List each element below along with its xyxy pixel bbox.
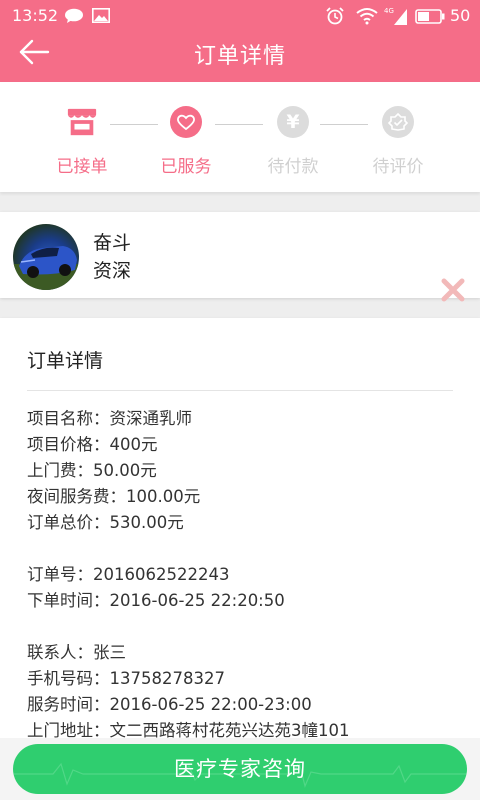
section-title: 订单详情	[27, 350, 104, 372]
step-label: 已接单	[56, 157, 108, 177]
message-icon	[65, 8, 83, 23]
consult-button-label: 医疗专家咨询	[174, 757, 306, 781]
status-time: 13:52	[12, 6, 59, 25]
wifi-icon	[356, 8, 378, 25]
step-served: 已服务	[146, 106, 226, 177]
detail-item-price: 项目价格：400元	[27, 435, 158, 454]
battery-icon	[415, 9, 445, 24]
detail-visit-fee: 上门费：50.00元	[27, 461, 157, 480]
review-badge-icon	[382, 106, 414, 138]
detail-night-fee: 夜间服务费：100.00元	[27, 487, 201, 506]
detail-contact: 联系人：张三	[27, 643, 126, 662]
step-pending-review: 待评价	[358, 106, 438, 177]
avatar	[13, 224, 79, 290]
detail-order-number: 订单号：2016062522243	[27, 565, 230, 584]
order-details-card: 订单详情 项目名称：资深通乳师 项目价格：400元 上门费：50.00元 夜间服…	[0, 318, 480, 748]
step-accepted: 已接单	[42, 106, 122, 177]
app-header: 13:52 4G 50 订单详情	[0, 0, 480, 82]
divider	[27, 390, 453, 391]
provider-name: 奋斗	[93, 232, 132, 254]
step-label: 已服务	[160, 157, 212, 177]
detail-list: 项目名称：资深通乳师 项目价格：400元 上门费：50.00元 夜间服务费：10…	[27, 406, 350, 744]
close-icon[interactable]	[440, 278, 466, 302]
signal-icon: 4G	[384, 7, 407, 25]
provider-level: 资深	[93, 260, 132, 282]
battery-level: 50	[450, 6, 471, 25]
status-bar: 13:52 4G 50	[0, 0, 480, 32]
image-icon	[92, 8, 110, 23]
medical-consult-button[interactable]: 医疗专家咨询	[13, 744, 467, 794]
provider-card[interactable]	[0, 212, 480, 298]
alarm-icon	[326, 7, 344, 25]
step-pending-payment: ¥ 待付款	[253, 106, 333, 177]
page-title: 订单详情	[193, 44, 286, 69]
yen-icon: ¥	[277, 106, 309, 138]
detail-phone: 手机号码：13758278327	[27, 669, 225, 688]
shop-icon	[66, 106, 98, 138]
detail-item-name: 项目名称：资深通乳师	[27, 409, 192, 428]
detail-total: 订单总价：530.00元	[27, 513, 184, 532]
svg-text:4G: 4G	[384, 7, 394, 15]
heart-icon	[170, 106, 202, 138]
step-label: 待付款	[267, 157, 319, 177]
order-progress: 已接单 已服务 ¥ 待付款 待评价	[0, 82, 480, 192]
detail-order-time: 下单时间：2016-06-25 22:20:50	[27, 591, 285, 610]
step-label: 待评价	[372, 157, 424, 177]
detail-service-time: 服务时间：2016-06-25 22:00-23:00	[27, 695, 312, 714]
